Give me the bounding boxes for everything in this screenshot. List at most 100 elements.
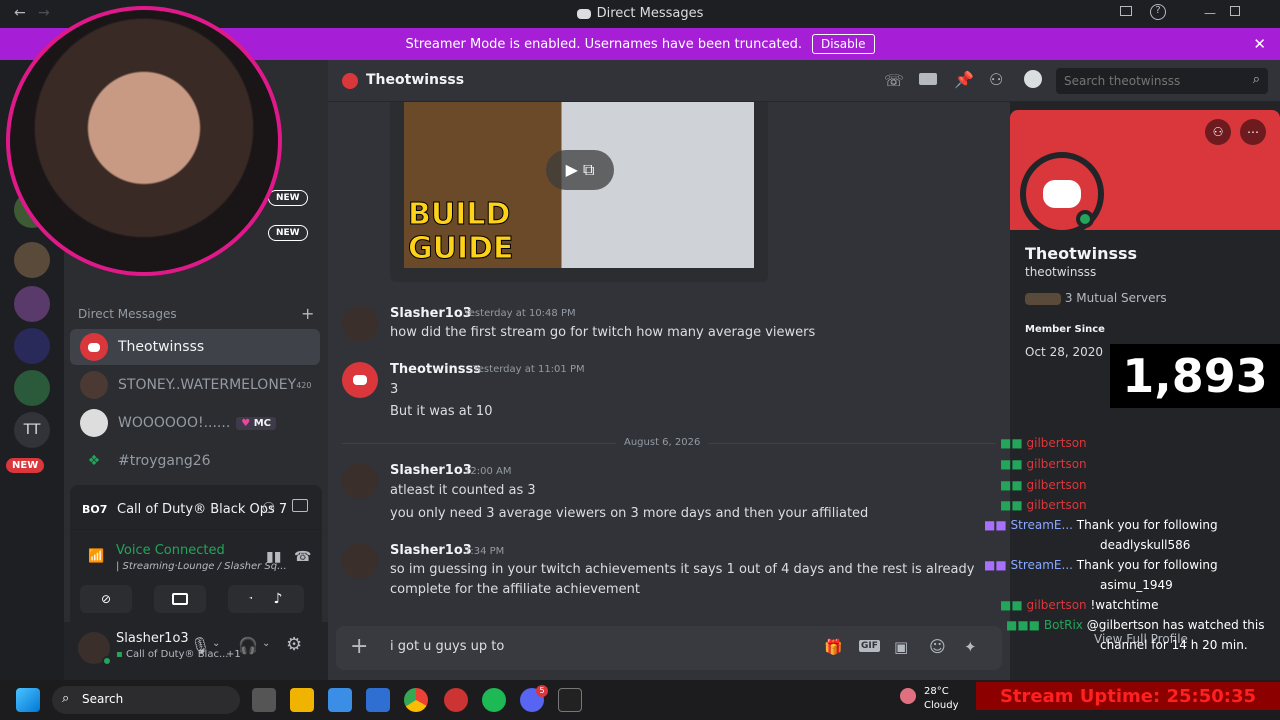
maximize-icon[interactable]	[1230, 6, 1240, 16]
pin-icon[interactable]: 📌	[954, 70, 974, 89]
new-unreads-badge[interactable]: NEW	[6, 458, 45, 473]
video-icon[interactable]	[919, 73, 937, 85]
message-avatar[interactable]	[342, 463, 378, 499]
dm-header: Direct Messages	[78, 307, 177, 321]
new-badge: NEW	[268, 190, 308, 206]
play-icon[interactable]: ▶ ⧉	[546, 150, 614, 190]
add-friends-icon[interactable]: ⚇	[989, 70, 1003, 89]
taskbar-search-label: Search	[82, 692, 124, 706]
message-avatar[interactable]	[342, 362, 378, 398]
message-avatar[interactable]	[342, 306, 378, 342]
search-icon: ⌕	[1252, 72, 1260, 87]
message-text: But it was at 10	[390, 404, 493, 419]
server-icon-tt[interactable]: TT	[14, 412, 50, 448]
search-box[interactable]: ⌕	[1056, 68, 1268, 94]
new-badge: NEW	[268, 225, 308, 241]
streamer-mode-text: Streamer Mode is enabled. Usernames have…	[405, 36, 802, 52]
close-banner-icon[interactable]: ✕	[1253, 35, 1266, 53]
dm-item-troygang[interactable]: ❖ #troygang26	[70, 443, 320, 479]
call-of-duty-icon[interactable]	[558, 688, 582, 712]
message-author[interactable]: Slasher1o3	[390, 306, 472, 321]
help-icon[interactable]: ?	[1150, 4, 1166, 20]
dm-item-theotwinsss[interactable]: Theotwinsss	[70, 329, 320, 365]
mutual-server-icons	[1025, 292, 1061, 305]
message-timestamp: Yesterday at 10:48 PM	[464, 308, 576, 319]
embed-thumbnail-text: BUILD GUIDE	[408, 197, 515, 266]
user-panel: Slasher1o3 ▪ Call of Duty® Blac... +1 🎙 …	[64, 622, 328, 680]
disable-streamer-mode-button[interactable]: Disable	[811, 34, 875, 54]
apps-icon[interactable]: ✦	[964, 638, 977, 656]
mutual-servers[interactable]: 3 Mutual Servers	[1025, 291, 1167, 305]
message-author[interactable]: Theotwinsss	[390, 362, 481, 377]
gear-icon[interactable]: ⚙	[286, 634, 302, 655]
spotify-icon[interactable]	[482, 688, 506, 712]
camera-off-icon: ⊘	[100, 592, 112, 606]
signal-icon: 📶	[88, 549, 105, 564]
windows-start-icon[interactable]	[16, 688, 40, 712]
file-explorer-icon[interactable]	[290, 688, 314, 712]
screen-share-icon[interactable]	[292, 499, 308, 512]
add-user-icon[interactable]: ⚇	[262, 499, 275, 517]
server-icon[interactable]	[14, 242, 50, 278]
chat-line: ■■ gilbertson	[1000, 498, 1087, 512]
message-avatar[interactable]	[342, 543, 378, 579]
member-since-label: Member Since	[1025, 324, 1105, 335]
message-text: 3	[390, 382, 399, 397]
microphone-icon[interactable]: 🎙	[190, 636, 210, 655]
user-name[interactable]: Slasher1o3	[116, 631, 189, 646]
gif-icon[interactable]: GIF	[859, 640, 880, 652]
chevron-down-icon[interactable]: ⌄	[212, 638, 220, 649]
create-dm-icon[interactable]: +	[301, 304, 314, 323]
webcam-overlay	[6, 6, 282, 276]
message-text: you only need 3 average viewers on 3 mor…	[390, 506, 869, 521]
server-icon[interactable]	[14, 286, 50, 322]
add-friend-icon[interactable]: ⚇	[1205, 119, 1231, 145]
server-icon[interactable]	[14, 370, 50, 406]
voice-channel[interactable]: | Streaming·Lounge / Slasher Sq...	[116, 561, 287, 572]
message-author[interactable]: Slasher1o3	[390, 543, 472, 558]
user-activity: ▪ Call of Duty® Blac...	[116, 649, 229, 660]
search-input[interactable]	[1064, 72, 1244, 90]
store-icon[interactable]	[328, 688, 352, 712]
taskbar-search[interactable]: ⌕ Search	[52, 686, 240, 714]
disconnect-icon[interactable]: ☎	[294, 549, 311, 565]
message-text: complete for the affiliate achievement	[390, 582, 640, 597]
more-options-icon[interactable]: ⋯	[1240, 119, 1266, 145]
task-view-icon[interactable]	[252, 688, 276, 712]
inbox-icon[interactable]	[1120, 6, 1132, 16]
dm-item-wooooo[interactable]: WOOOOOO!...... ♥ MC	[70, 405, 320, 441]
server-icon[interactable]	[14, 328, 50, 364]
sticker-icon[interactable]: ▣	[894, 638, 908, 656]
headphones-icon[interactable]: 🎧	[238, 636, 258, 655]
header-username[interactable]: Theotwinsss	[366, 72, 464, 88]
chevron-down-icon[interactable]: ⌄	[262, 638, 270, 649]
noise-suppression-icon[interactable]: ▮▮	[266, 549, 281, 565]
camera-off-button[interactable]: ⊘	[80, 585, 132, 613]
message-input[interactable]: i got u guys up to	[390, 639, 504, 654]
call-icon[interactable]: ☏	[884, 71, 904, 90]
chat-area: BUILD GUIDE ▶ ⧉ Slasher1o3 Yesterday at …	[328, 102, 1010, 680]
message-author[interactable]: Slasher1o3	[390, 463, 472, 478]
gift-icon[interactable]: 🎁	[824, 638, 843, 656]
attach-plus-icon[interactable]: +	[350, 634, 368, 659]
app-icon[interactable]	[366, 688, 390, 712]
voice-status[interactable]: Voice Connected	[116, 543, 225, 558]
embed-thumbnail[interactable]: BUILD GUIDE ▶ ⧉	[404, 102, 754, 268]
soundboard-button[interactable]: ♪	[252, 585, 304, 613]
game-icon: ▪	[116, 649, 123, 660]
search-icon: ⌕	[62, 691, 70, 706]
chat-line: ■■■ BotRix @gilbertson has watched this	[1006, 618, 1265, 632]
dm-item-stoney[interactable]: STONEY..WATERMELONEY 420	[70, 367, 320, 403]
emoji-icon[interactable]: ☺	[929, 637, 946, 656]
minimize-icon[interactable]: —	[1204, 6, 1216, 20]
chrome-icon[interactable]	[404, 688, 428, 712]
user-profile-icon[interactable]	[1024, 70, 1042, 88]
date-divider: August 6, 2026	[616, 437, 709, 448]
chat-line: ■■ gilbertson	[1000, 478, 1087, 492]
weather-temp[interactable]: 28°C	[924, 686, 949, 697]
screen-share-button[interactable]	[154, 585, 206, 613]
weather-desc[interactable]: Cloudy	[924, 700, 958, 711]
chat-header: Theotwinsss ☏ 📌 ⚇ ⌕	[328, 60, 1280, 102]
obs-icon[interactable]	[444, 688, 468, 712]
chat-line: ■■ StreamE... Thank you for following	[984, 518, 1218, 532]
